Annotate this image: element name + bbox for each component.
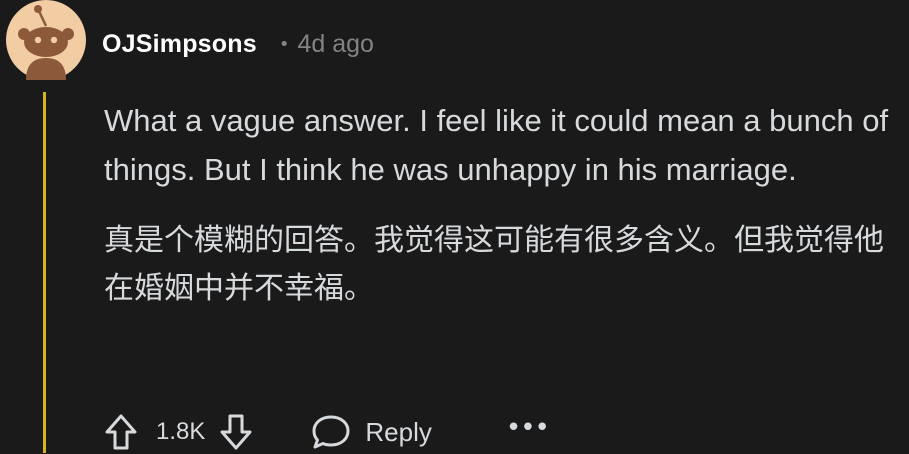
comment-actions: 1.8K Reply ••• [104, 410, 550, 454]
separator-dot: • [278, 33, 290, 55]
upvote-arrow-icon [105, 414, 137, 450]
thread-line[interactable] [43, 92, 46, 453]
downvote-arrow-icon [220, 414, 252, 450]
upvote-button[interactable] [104, 413, 138, 451]
comment-text-english: What a vague answer. I feel like it coul… [104, 103, 889, 187]
downvote-button[interactable] [219, 413, 253, 451]
comment: OJSimpsons • 4d ago What a vague answer.… [0, 0, 909, 453]
snoo-avatar-icon [6, 0, 86, 80]
comment-body: What a vague answer. I feel like it coul… [104, 96, 894, 313]
more-options-button[interactable]: ••• [506, 415, 550, 446]
reply-label: Reply [365, 416, 432, 447]
speech-bubble-icon [312, 415, 350, 449]
timestamp[interactable]: 4d ago [297, 30, 373, 59]
comment-text-chinese: 真是个模糊的回答。我觉得这可能有很多含义。但我觉得他在婚姻中并不幸福。 [104, 223, 884, 306]
vote-score: 1.8K [156, 418, 206, 445]
avatar[interactable] [6, 0, 86, 80]
reply-button[interactable]: Reply [311, 413, 432, 451]
comment-header: OJSimpsons • 4d ago [102, 24, 374, 64]
username[interactable]: OJSimpsons [102, 30, 257, 59]
